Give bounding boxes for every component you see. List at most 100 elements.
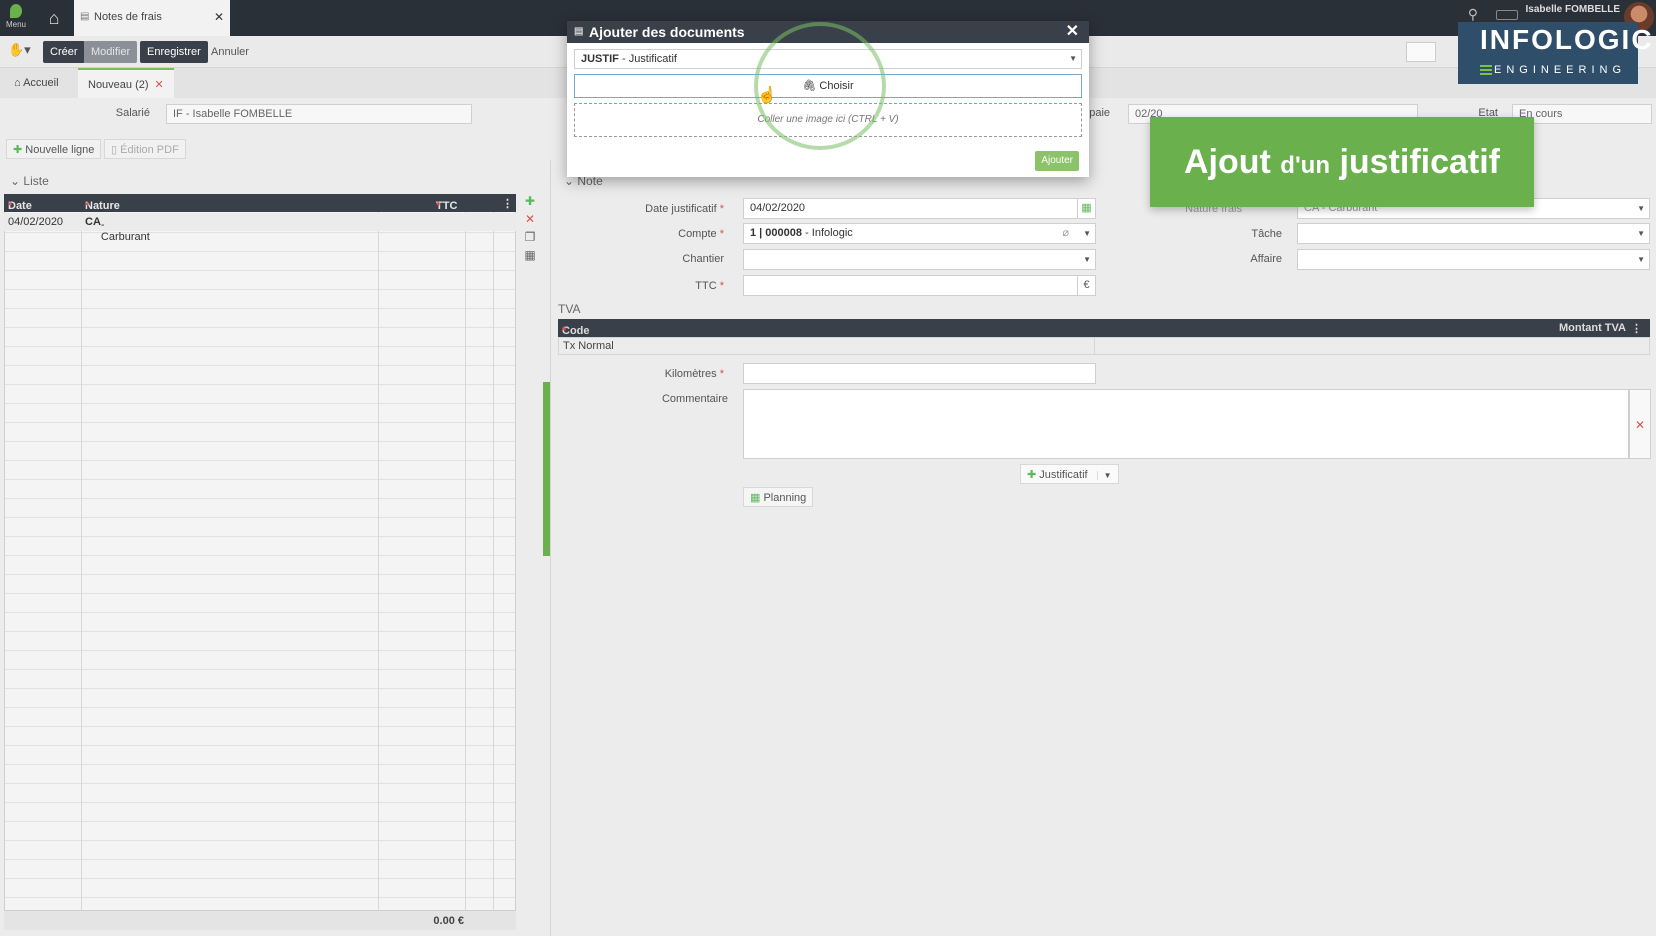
logo-brand: INFOLOGIC — [1480, 24, 1654, 55]
date-input[interactable]: 04/02/2020 ▦ — [743, 198, 1096, 219]
cancel-button[interactable]: Annuler — [204, 41, 256, 63]
table-row[interactable]: Tx Normal — [558, 337, 1650, 355]
tva-title: TVA — [558, 302, 581, 316]
document-icon: ▤ — [80, 11, 90, 22]
save-button[interactable]: Enregistrer — [140, 41, 208, 63]
close-tab-icon[interactable]: ✕ — [214, 0, 224, 34]
calendar-icon: ▦ — [750, 492, 764, 504]
close-icon[interactable]: ✕ — [155, 79, 164, 91]
tva-header: Code TVA * Montant TVA ⋮ — [558, 319, 1650, 349]
plus-icon: ✚ — [1027, 469, 1040, 481]
compte-select[interactable]: 1 | 000008 - Infologic ⌀ ▼ — [743, 223, 1096, 244]
banner-word: justificatif — [1339, 143, 1501, 181]
ttc-input[interactable]: € — [743, 275, 1096, 296]
list-section-title[interactable]: ⌄ Liste — [10, 174, 49, 188]
document-icon: ▤ — [574, 26, 584, 37]
km-input[interactable] — [743, 363, 1096, 384]
pdf-button[interactable]: ▯ Édition PDF — [104, 139, 186, 159]
chevron-down-icon: ▼ — [1637, 229, 1645, 238]
table-row[interactable]: 04/02/2020 CA - Carburant — [4, 213, 516, 243]
tab-nouveau[interactable]: Nouveau (2) ✕ — [78, 68, 174, 98]
grid-divider — [1094, 338, 1095, 354]
banner-word: Ajout — [1183, 143, 1271, 181]
list-title: Liste — [23, 174, 49, 188]
infologic-logo: INFOLOGIC ENGINEERING — [1458, 22, 1652, 84]
compte-code: 1 | 000008 — [750, 227, 803, 239]
salarie-label: Salarié — [115, 107, 150, 119]
compte-label: Compte * — [678, 228, 724, 240]
grid-divider — [378, 194, 379, 910]
comment-label: Commentaire — [661, 393, 728, 405]
clear-comment-icon[interactable]: ✕ — [1629, 389, 1651, 459]
doc-type-label: - Justificatif — [621, 53, 677, 65]
compte-name: - Infologic — [805, 227, 853, 239]
copy-row-icon[interactable]: ❐ — [522, 230, 538, 248]
column-menu-icon[interactable]: ⋮ — [502, 197, 513, 210]
banner-word: d'un — [1280, 152, 1330, 179]
row-tools: ✚ ✕ ❐ ▦ — [522, 194, 538, 266]
euro-suffix: € — [1077, 276, 1095, 295]
paperclip-icon[interactable]: ⌀ — [1062, 224, 1069, 243]
tab-nouveau-label: Nouveau (2) — [88, 79, 149, 91]
tab-title: Notes de frais — [94, 11, 162, 23]
delete-row-icon[interactable]: ✕ — [522, 212, 538, 230]
menu-button[interactable]: Menu — [0, 0, 32, 36]
chantier-label: Chantier — [682, 253, 724, 265]
chevron-down-icon: ▼ — [1637, 255, 1645, 264]
col-montant-tva[interactable]: Montant TVA — [1559, 322, 1626, 334]
row-nature: CA - Carburant — [85, 216, 150, 243]
dialog-title: Ajouter des documents — [589, 24, 745, 40]
hand-cursor-icon: ☝ — [757, 87, 777, 104]
new-line-button[interactable]: ✚ Nouvelle ligne — [6, 139, 102, 159]
date-value: 04/02/2020 — [750, 202, 806, 214]
grid-divider — [81, 194, 82, 910]
home-icon[interactable]: ⌂ — [36, 0, 72, 36]
tab-accueil-label: Accueil — [23, 77, 59, 89]
grid-header: Date * Nature * TTC * ⋮ — [4, 194, 516, 212]
chevron-down-icon: ▼ — [1083, 229, 1091, 238]
search-icon[interactable]: ⚲ — [1468, 6, 1478, 23]
tab-accueil[interactable]: ⌂ Accueil — [14, 68, 59, 98]
ttc-label: TTC * — [695, 280, 724, 292]
affaire-label: Affaire — [1250, 253, 1282, 265]
chevron-down-icon: ▼ — [1083, 255, 1091, 264]
logo-mark-icon — [1480, 65, 1492, 75]
close-icon[interactable]: ✕ — [1066, 21, 1079, 43]
toolbar-field[interactable] — [1406, 42, 1436, 62]
planning-button[interactable]: ▦ Planning — [743, 487, 814, 507]
justificatif-button[interactable]: ✚ Justificatif ▼ — [1020, 464, 1119, 484]
date-label: Date justificatif * — [645, 203, 724, 215]
chantier-select[interactable]: ▼ — [743, 249, 1096, 270]
chevron-down-icon: ▼ — [1637, 204, 1645, 213]
user-name: Isabelle FOMBELLE — [1525, 4, 1620, 15]
salarie-field[interactable]: IF - Isabelle FOMBELLE — [166, 104, 472, 124]
tutorial-banner: Ajout d'un justificatif — [1150, 117, 1534, 207]
tab-notes-de-frais[interactable]: ▤ Notes de frais ✕ — [74, 0, 230, 36]
leaf-icon — [10, 4, 22, 18]
grid-total: 0.00 € — [433, 915, 464, 927]
hand-icon[interactable]: ✋▾ — [8, 42, 31, 58]
panel-divider — [550, 160, 551, 936]
add-button[interactable]: Ajouter — [1035, 151, 1079, 171]
tva-row-code: Tx Normal — [563, 340, 614, 352]
pdf-icon: ▯ — [111, 144, 121, 156]
justificatif-label: Justificatif — [1039, 469, 1088, 481]
doc-type-code: JUSTIF — [581, 53, 619, 65]
comment-textarea[interactable] — [743, 389, 1629, 459]
new-line-label: Nouvelle ligne — [25, 144, 95, 156]
add-row-icon[interactable]: ✚ — [522, 194, 538, 212]
chevron-down-icon: ▼ — [1069, 54, 1077, 63]
grid-divider — [493, 194, 494, 910]
menu-label: Menu — [5, 20, 26, 29]
calendar-icon[interactable]: ▦ — [1077, 199, 1095, 218]
plus-icon: ✚ — [13, 144, 26, 156]
column-menu-icon[interactable]: ⋮ — [1631, 322, 1642, 335]
modify-button[interactable]: Modifier — [84, 41, 138, 63]
chevron-down-icon[interactable]: ▼ — [1096, 471, 1112, 480]
tache-select[interactable]: ▼ — [1297, 223, 1650, 244]
affaire-select[interactable]: ▼ — [1297, 249, 1650, 270]
create-button[interactable]: Créer — [43, 41, 85, 63]
keyboard-icon[interactable] — [1496, 10, 1518, 20]
trash-icon[interactable]: ▦ — [522, 248, 538, 266]
panel-splitter[interactable] — [543, 382, 550, 556]
